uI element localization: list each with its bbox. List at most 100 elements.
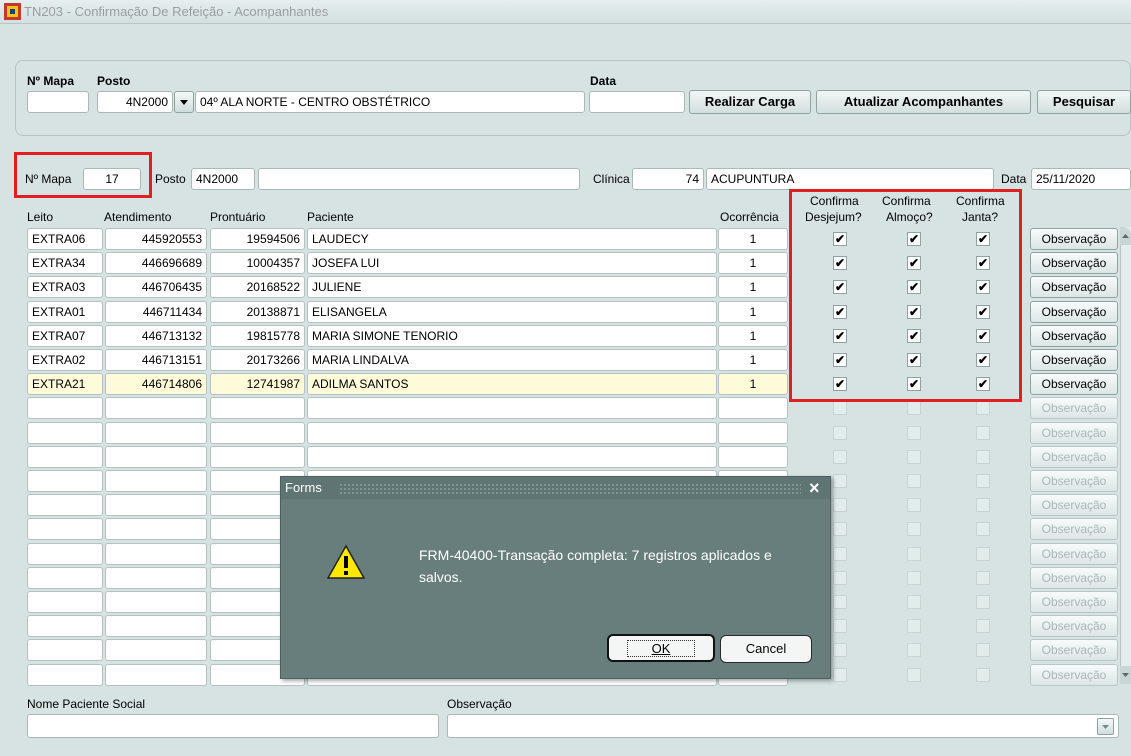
checkbox-almoco[interactable] bbox=[907, 450, 921, 464]
checkbox-almoco[interactable] bbox=[907, 474, 921, 488]
cell-atendimento[interactable] bbox=[105, 518, 207, 540]
cancel-button[interactable]: Cancel bbox=[720, 635, 812, 663]
close-icon[interactable]: × bbox=[809, 477, 820, 499]
cell-leito[interactable] bbox=[27, 518, 103, 540]
checkbox-desjejum[interactable] bbox=[833, 668, 847, 682]
checkbox-janta[interactable] bbox=[976, 450, 990, 464]
cell-leito[interactable] bbox=[27, 615, 103, 637]
cell-paciente[interactable]: ELISANGELA bbox=[307, 301, 717, 323]
cell-ocorrencia[interactable]: 1 bbox=[718, 252, 788, 274]
cell-atendimento[interactable]: 446696689 bbox=[105, 252, 207, 274]
cell-ocorrencia[interactable]: 1 bbox=[718, 349, 788, 371]
cell-atendimento[interactable] bbox=[105, 567, 207, 589]
cell-prontuario[interactable] bbox=[210, 446, 305, 468]
checkbox-desjejum[interactable] bbox=[833, 619, 847, 633]
posto-dropdown-button[interactable] bbox=[174, 91, 194, 113]
cell-atendimento[interactable] bbox=[105, 664, 207, 686]
observacao-button[interactable]: Observação bbox=[1030, 422, 1118, 444]
cell-leito[interactable]: EXTRA01 bbox=[27, 301, 103, 323]
cell-atendimento[interactable]: 446706435 bbox=[105, 276, 207, 298]
nome-social-input[interactable] bbox=[27, 714, 439, 738]
table-scrollbar[interactable] bbox=[1120, 227, 1131, 682]
checkbox-almoco[interactable] bbox=[907, 668, 921, 682]
realizar-carga-button[interactable]: Realizar Carga bbox=[689, 90, 811, 114]
checkbox-janta[interactable] bbox=[976, 474, 990, 488]
observacao-button[interactable]: Observação bbox=[1030, 252, 1118, 274]
cell-atendimento[interactable] bbox=[105, 470, 207, 492]
checkbox-desjejum[interactable] bbox=[833, 571, 847, 585]
cell-leito[interactable] bbox=[27, 639, 103, 661]
cell-paciente[interactable] bbox=[307, 446, 717, 468]
checkbox-janta[interactable] bbox=[976, 668, 990, 682]
cell-leito[interactable] bbox=[27, 543, 103, 565]
checkbox-almoco[interactable] bbox=[907, 547, 921, 561]
observacao-button[interactable]: Observação bbox=[1030, 301, 1118, 323]
scroll-up-button[interactable] bbox=[1120, 227, 1131, 245]
cell-prontuario[interactable]: 20173266 bbox=[210, 349, 305, 371]
header-mapa-value[interactable]: 17 bbox=[83, 168, 141, 190]
checkbox-desjejum[interactable] bbox=[833, 595, 847, 609]
observacao-button[interactable]: Observação bbox=[1030, 615, 1118, 637]
checkbox-almoco[interactable] bbox=[907, 522, 921, 536]
cell-leito[interactable]: EXTRA07 bbox=[27, 325, 103, 347]
cell-ocorrencia[interactable] bbox=[718, 422, 788, 444]
observacao-input[interactable] bbox=[447, 714, 1119, 738]
filter-data-input[interactable] bbox=[589, 91, 685, 113]
cell-prontuario[interactable]: 12741987 bbox=[210, 373, 305, 395]
cell-ocorrencia[interactable] bbox=[718, 446, 788, 468]
cell-leito[interactable] bbox=[27, 422, 103, 444]
observacao-button[interactable]: Observação bbox=[1030, 325, 1118, 347]
observacao-button[interactable]: Observação bbox=[1030, 276, 1118, 298]
checkbox-janta[interactable] bbox=[976, 643, 990, 657]
cell-atendimento[interactable] bbox=[105, 422, 207, 444]
cell-paciente[interactable]: ADILMA SANTOS bbox=[307, 373, 717, 395]
observacao-button[interactable]: Observação bbox=[1030, 470, 1118, 492]
cell-leito[interactable] bbox=[27, 494, 103, 516]
ok-button[interactable]: OK bbox=[607, 634, 715, 662]
observacao-button[interactable]: Observação bbox=[1030, 373, 1118, 395]
cell-atendimento[interactable] bbox=[105, 397, 207, 419]
checkbox-almoco[interactable] bbox=[907, 619, 921, 633]
cell-ocorrencia[interactable]: 1 bbox=[718, 373, 788, 395]
cell-atendimento[interactable]: 445920553 bbox=[105, 228, 207, 250]
checkbox-desjejum[interactable] bbox=[833, 426, 847, 440]
cell-prontuario[interactable]: 20168522 bbox=[210, 276, 305, 298]
checkbox-janta[interactable] bbox=[976, 571, 990, 585]
pesquisar-button[interactable]: Pesquisar bbox=[1037, 90, 1131, 114]
observacao-button[interactable]: Observação bbox=[1030, 494, 1118, 516]
checkbox-janta[interactable] bbox=[976, 522, 990, 536]
cell-leito[interactable]: EXTRA02 bbox=[27, 349, 103, 371]
checkbox-janta[interactable] bbox=[976, 401, 990, 415]
cell-atendimento[interactable] bbox=[105, 615, 207, 637]
checkbox-desjejum[interactable] bbox=[833, 547, 847, 561]
cell-leito[interactable] bbox=[27, 446, 103, 468]
cell-leito[interactable]: EXTRA03 bbox=[27, 276, 103, 298]
cell-prontuario[interactable]: 20138871 bbox=[210, 301, 305, 323]
checkbox-almoco[interactable] bbox=[907, 571, 921, 585]
cell-ocorrencia[interactable] bbox=[718, 397, 788, 419]
header-clinica-code[interactable]: 74 bbox=[632, 168, 704, 190]
cell-paciente[interactable]: JOSEFA LUI bbox=[307, 252, 717, 274]
observacao-button[interactable]: Observação bbox=[1030, 397, 1118, 419]
checkbox-almoco[interactable] bbox=[907, 595, 921, 609]
header-data-value[interactable]: 25/11/2020 bbox=[1031, 168, 1131, 190]
cell-leito[interactable] bbox=[27, 591, 103, 613]
cell-leito[interactable] bbox=[27, 470, 103, 492]
filter-posto-name-input[interactable]: 04º ALA NORTE - CENTRO OBSTÉTRICO bbox=[195, 91, 585, 113]
checkbox-janta[interactable] bbox=[976, 619, 990, 633]
observacao-button[interactable]: Observação bbox=[1030, 543, 1118, 565]
cell-atendimento[interactable] bbox=[105, 494, 207, 516]
cell-paciente[interactable]: LAUDECY bbox=[307, 228, 717, 250]
cell-paciente[interactable] bbox=[307, 397, 717, 419]
header-posto-code[interactable]: 4N2000 bbox=[191, 168, 255, 190]
cell-atendimento[interactable] bbox=[105, 543, 207, 565]
cell-paciente[interactable]: JULIENE bbox=[307, 276, 717, 298]
cell-atendimento[interactable] bbox=[105, 591, 207, 613]
cell-ocorrencia[interactable]: 1 bbox=[718, 301, 788, 323]
cell-atendimento[interactable] bbox=[105, 639, 207, 661]
cell-leito[interactable] bbox=[27, 397, 103, 419]
cell-ocorrencia[interactable]: 1 bbox=[718, 276, 788, 298]
checkbox-almoco[interactable] bbox=[907, 643, 921, 657]
checkbox-janta[interactable] bbox=[976, 498, 990, 512]
observacao-button[interactable]: Observação bbox=[1030, 446, 1118, 468]
